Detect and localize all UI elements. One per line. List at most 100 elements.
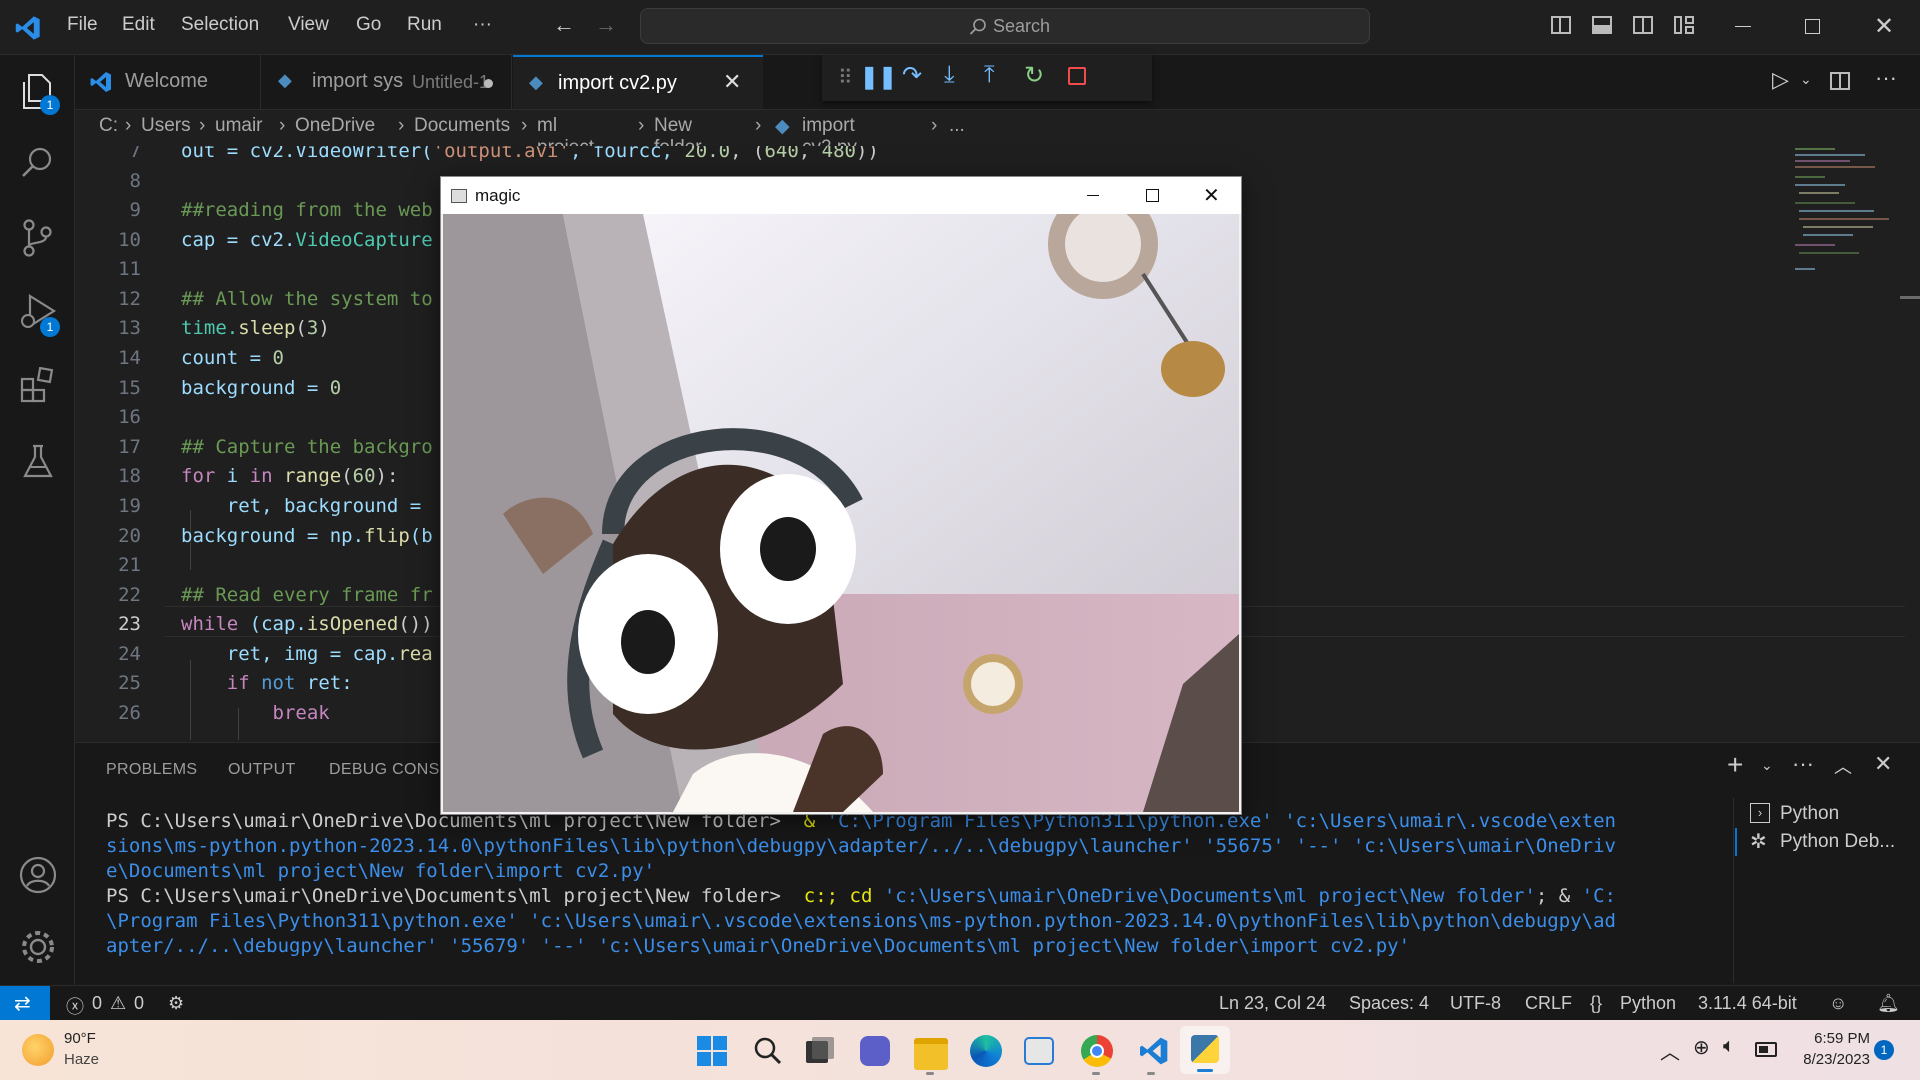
- chevron-down-icon[interactable]: ⌄: [1761, 757, 1773, 774]
- breadcrumb-item[interactable]: Documents: [414, 115, 510, 137]
- close-tab-icon[interactable]: ✕: [723, 69, 741, 95]
- breadcrumb-item[interactable]: ...: [949, 115, 965, 137]
- chrome-browser-icon[interactable]: [1081, 1035, 1113, 1067]
- start-windows-icon[interactable]: [697, 1036, 727, 1066]
- menu-view[interactable]: View: [288, 14, 329, 36]
- close-icon[interactable]: ✕: [1203, 183, 1220, 208]
- menu-edit[interactable]: Edit: [122, 14, 155, 36]
- step-out-icon[interactable]: ⤒: [984, 61, 995, 89]
- toggle-secondary-sidebar-icon[interactable]: [1633, 16, 1653, 34]
- debug-status-icon[interactable]: ⚙: [168, 993, 184, 1014]
- language-mode[interactable]: Python: [1620, 993, 1676, 1014]
- line-ending[interactable]: CRLF: [1525, 993, 1572, 1014]
- teams-chat-icon[interactable]: [860, 1036, 890, 1066]
- tab-output[interactable]: OUTPUT: [228, 761, 296, 779]
- weather-temp[interactable]: 90°F: [64, 1030, 96, 1047]
- menu-go[interactable]: Go: [356, 14, 381, 36]
- toggle-primary-sidebar-icon[interactable]: [1551, 16, 1571, 34]
- toggle-panel-icon[interactable]: [1592, 16, 1612, 34]
- python-app-taskbar-button[interactable]: [1180, 1026, 1230, 1074]
- show-hidden-icons-icon[interactable]: ︿: [1660, 1036, 1680, 1065]
- weather-condition[interactable]: Haze: [64, 1051, 99, 1068]
- maximize-icon[interactable]: [1146, 189, 1159, 202]
- step-into-icon[interactable]: ⤓: [944, 61, 955, 89]
- terminal-list-item-python[interactable]: › Python: [1750, 801, 1920, 829]
- feedback-icon[interactable]: ☺: [1829, 993, 1847, 1014]
- breadcrumb-item[interactable]: OneDrive: [295, 115, 375, 137]
- unsaved-dot-icon[interactable]: [484, 79, 493, 88]
- braces-icon[interactable]: {}: [1590, 993, 1602, 1014]
- restore-icon[interactable]: [1805, 19, 1820, 34]
- minimize-icon[interactable]: [1735, 26, 1751, 27]
- more-actions-icon[interactable]: ···: [1792, 751, 1814, 777]
- forward-arrow-icon[interactable]: →: [595, 12, 617, 38]
- notification-badge[interactable]: 1: [1874, 1040, 1894, 1060]
- menu-file[interactable]: File: [67, 14, 98, 36]
- store-app-icon[interactable]: [1024, 1037, 1054, 1065]
- notifications-bell-icon[interactable]: 🔔︎: [1877, 993, 1900, 1014]
- pause-icon[interactable]: ❚❚: [860, 64, 897, 90]
- volume-icon[interactable]: 🔈︎: [1723, 1035, 1735, 1058]
- python-interpreter[interactable]: 3.11.4 64-bit: [1698, 993, 1797, 1014]
- tab-problems[interactable]: PROBLEMS: [106, 761, 197, 779]
- tab-label: Welcome: [125, 70, 208, 92]
- encoding[interactable]: UTF-8: [1450, 993, 1501, 1014]
- menu-more[interactable]: ···: [473, 14, 492, 36]
- code-line: break: [272, 702, 330, 724]
- breadcrumb-item[interactable]: Users: [141, 115, 191, 137]
- network-globe-icon[interactable]: ⊕: [1693, 1035, 1710, 1060]
- chevron-down-icon[interactable]: ⌄: [1800, 71, 1812, 88]
- clock-date[interactable]: 8/23/2023: [1790, 1051, 1870, 1068]
- more-actions-icon[interactable]: ···: [1875, 65, 1897, 91]
- indentation[interactable]: Spaces: 4: [1349, 993, 1429, 1014]
- file-explorer-icon[interactable]: [914, 1038, 948, 1070]
- tab-import-cv2[interactable]: ◆ import cv2.py ✕: [513, 55, 763, 109]
- maximize-panel-icon[interactable]: ︿: [1834, 753, 1852, 779]
- search-icon[interactable]: [20, 145, 56, 181]
- error-count[interactable]: 0: [92, 993, 102, 1014]
- clock-time[interactable]: 6:59 PM: [1800, 1030, 1870, 1047]
- warning-count[interactable]: 0: [134, 993, 144, 1014]
- new-terminal-icon[interactable]: +: [1727, 749, 1743, 781]
- tab-welcome[interactable]: Welcome: [75, 55, 261, 109]
- command-center-search[interactable]: Search: [640, 8, 1370, 44]
- minimap[interactable]: [1785, 146, 1905, 286]
- minimize-icon[interactable]: [1087, 195, 1099, 196]
- magic-window-titlebar[interactable]: magic ✕: [441, 177, 1241, 214]
- taskbar-search-icon[interactable]: [753, 1036, 783, 1066]
- testing-flask-icon[interactable]: [22, 443, 54, 479]
- menu-run[interactable]: Run: [407, 14, 442, 36]
- terminal-list-item-python-debug[interactable]: ✲ Python Deb...: [1750, 829, 1920, 857]
- weather-icon[interactable]: [22, 1034, 54, 1066]
- warnings-icon[interactable]: ⚠: [110, 993, 126, 1014]
- battery-icon[interactable]: [1755, 1042, 1777, 1057]
- restart-icon[interactable]: ↻: [1024, 61, 1044, 90]
- close-window-icon[interactable]: ✕: [1874, 12, 1894, 41]
- close-panel-icon[interactable]: ✕: [1874, 751, 1892, 777]
- split-editor-icon[interactable]: [1830, 72, 1850, 90]
- vscode-logo-icon[interactable]: [14, 14, 42, 42]
- stop-icon[interactable]: [1068, 67, 1086, 85]
- task-view-icon[interactable]: [806, 1037, 834, 1063]
- edge-browser-icon[interactable]: [970, 1035, 1002, 1067]
- step-over-icon[interactable]: ↷: [902, 61, 922, 90]
- opencv-magic-window[interactable]: magic ✕: [440, 176, 1242, 815]
- accounts-icon[interactable]: [18, 855, 58, 895]
- run-python-file-icon[interactable]: ▷: [1772, 67, 1789, 93]
- breadcrumb-item[interactable]: umair: [215, 115, 263, 137]
- tab-untitled[interactable]: ◆ import sys Untitled-1: [262, 55, 512, 109]
- drag-handle-icon[interactable]: ⠿: [838, 65, 853, 90]
- manage-gear-icon[interactable]: [18, 927, 58, 967]
- errors-icon[interactable]: ⓧ: [66, 993, 84, 1019]
- cursor-position[interactable]: Ln 23, Col 24: [1219, 993, 1326, 1014]
- vscode-taskbar-icon[interactable]: [1138, 1035, 1170, 1067]
- extensions-icon[interactable]: [20, 367, 56, 403]
- customize-layout-icon[interactable]: [1674, 16, 1694, 34]
- scrollbar-thumb[interactable]: [1900, 296, 1920, 299]
- breadcrumb-item[interactable]: C:: [99, 115, 118, 137]
- terminal-line: sions\ms-python.python-2023.14.0\pythonF…: [106, 835, 1616, 857]
- remote-indicator[interactable]: ⇄: [0, 986, 50, 1021]
- back-arrow-icon[interactable]: ←: [553, 12, 575, 38]
- source-control-icon[interactable]: [20, 218, 54, 258]
- menu-selection[interactable]: Selection: [181, 14, 259, 36]
